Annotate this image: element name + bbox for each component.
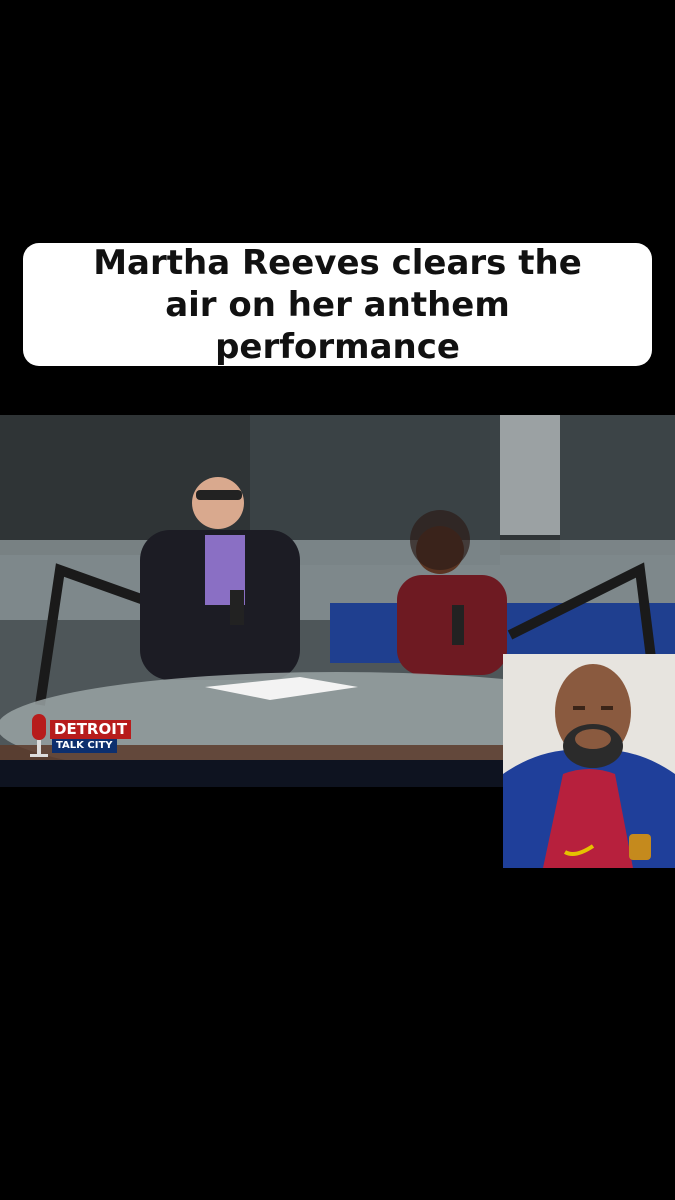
logo-line-1: DETROIT — [50, 720, 132, 739]
creator-face-cam — [503, 654, 675, 868]
video-stage[interactable]: Martha Reeves clears the air on her anth… — [0, 0, 675, 1200]
creator-pip-video[interactable] — [503, 654, 675, 868]
caption-text: Martha Reeves clears the air on her anth… — [63, 242, 612, 368]
detroit-talk-city-logo: DETROIT TALK CITY — [22, 706, 132, 766]
caption-line-1: Martha Reeves clears the — [93, 242, 582, 283]
caption-line-2: air on her anthem performance — [165, 284, 510, 367]
caption-box: Martha Reeves clears the air on her anth… — [23, 242, 652, 368]
logo-line-2: TALK CITY — [52, 739, 117, 753]
